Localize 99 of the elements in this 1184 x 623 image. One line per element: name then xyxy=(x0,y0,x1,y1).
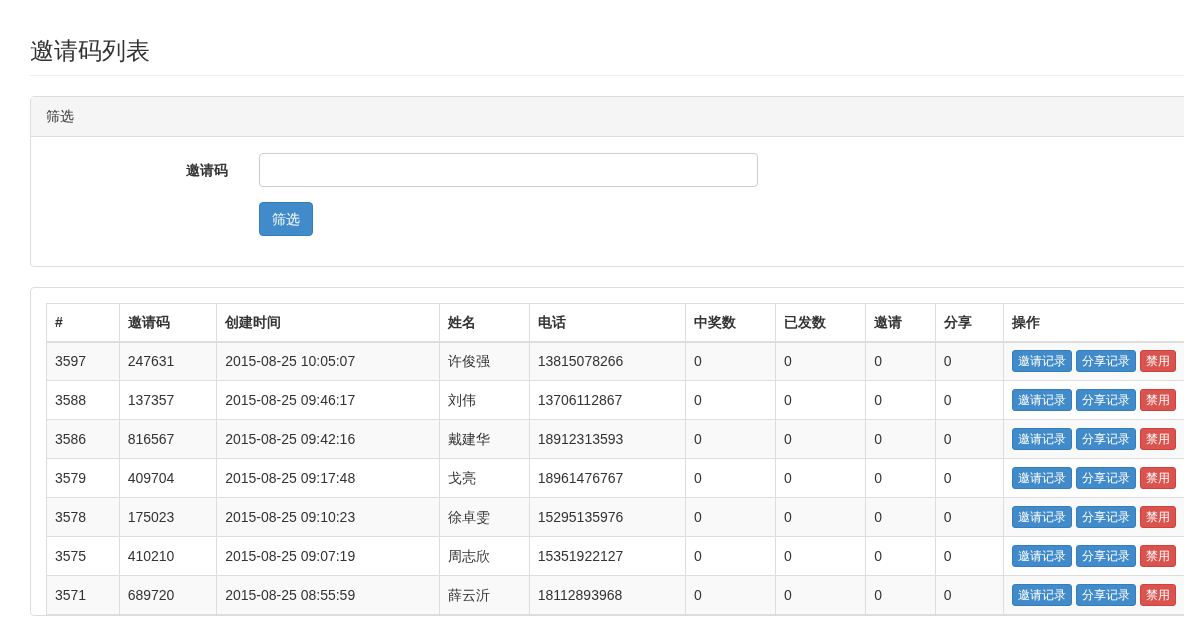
action-button[interactable]: 分享记录 xyxy=(1076,467,1137,489)
table-cell: 0 xyxy=(775,380,866,420)
table-cell: 0 xyxy=(935,341,1004,381)
table-cell: 3579 xyxy=(46,458,120,498)
action-button[interactable]: 禁用 xyxy=(1140,389,1177,411)
action-button[interactable]: 分享记录 xyxy=(1076,428,1137,450)
column-header: 分享 xyxy=(935,303,1004,342)
table-cell: 0 xyxy=(865,497,936,537)
table-cell: 0 xyxy=(935,419,1004,459)
action-button[interactable]: 禁用 xyxy=(1140,584,1177,606)
table-cell: 18112893968 xyxy=(529,575,686,615)
column-header: 操作 xyxy=(1003,303,1184,342)
table-cell: 689720 xyxy=(119,575,217,615)
table-cell: 0 xyxy=(865,458,936,498)
table-cell: 0 xyxy=(685,497,776,537)
table-cell: 2015-08-25 10:05:07 xyxy=(216,341,440,381)
action-button[interactable]: 邀请记录 xyxy=(1012,350,1073,373)
action-button[interactable]: 禁用 xyxy=(1140,467,1177,489)
table-cell: 0 xyxy=(935,536,1004,576)
table-cell: 0 xyxy=(935,458,1004,498)
column-header: 中奖数 xyxy=(685,303,776,342)
table-cell: 0 xyxy=(685,458,776,498)
column-header: 创建时间 xyxy=(216,303,440,342)
table-cell: 3586 xyxy=(46,419,120,459)
table-cell: 137357 xyxy=(119,380,217,420)
table-cell: 0 xyxy=(865,575,936,615)
table-cell: 2015-08-25 09:07:19 xyxy=(216,536,440,576)
action-button[interactable]: 邀请记录 xyxy=(1012,467,1073,489)
table-cell: 175023 xyxy=(119,497,217,537)
field-label: 邀请码 xyxy=(185,160,228,180)
table-cell: 0 xyxy=(775,419,866,459)
table-cell: 戴建华 xyxy=(439,419,530,459)
table-cell: 15295135976 xyxy=(529,497,686,537)
column-header: # xyxy=(46,303,120,342)
table-cell: 徐卓雯 xyxy=(439,497,530,537)
table-cell: 2015-08-25 09:46:17 xyxy=(216,380,440,420)
action-button[interactable]: 禁用 xyxy=(1140,428,1177,450)
table-cell: 0 xyxy=(865,419,936,459)
action-button[interactable]: 邀请记录 xyxy=(1012,545,1073,567)
table-cell: 0 xyxy=(865,341,936,381)
column-header: 邀请码 xyxy=(119,303,217,342)
filter-button[interactable]: 筛选 xyxy=(259,202,313,236)
table-cell: 3571 xyxy=(46,575,120,615)
table-cell: 18912313593 xyxy=(529,419,686,459)
action-button[interactable]: 禁用 xyxy=(1140,506,1177,528)
table-cell: 0 xyxy=(775,341,866,381)
table-cell: 薛云沂 xyxy=(439,575,530,615)
action-button[interactable]: 分享记录 xyxy=(1076,584,1137,606)
table-cell: 3575 xyxy=(46,536,120,576)
column-header: 电话 xyxy=(529,303,686,342)
table-cell: 0 xyxy=(775,458,866,498)
table-cell: 18961476767 xyxy=(529,458,686,498)
action-button[interactable]: 邀请记录 xyxy=(1012,584,1073,606)
action-button[interactable]: 禁用 xyxy=(1140,545,1177,567)
table-cell: 410210 xyxy=(119,536,217,576)
table-cell: 247631 xyxy=(119,341,217,381)
table-cell: 0 xyxy=(775,536,866,576)
table-cell: 刘伟 xyxy=(439,380,530,420)
page-title: 邀请码列表 xyxy=(30,0,1184,76)
table-cell: 3578 xyxy=(46,497,120,537)
table-cell: 0 xyxy=(865,536,936,576)
table-cell: 0 xyxy=(685,575,776,615)
table-cell: 0 xyxy=(685,380,776,420)
table-cell: 15351922127 xyxy=(529,536,686,576)
action-button[interactable]: 邀请记录 xyxy=(1012,389,1073,411)
action-button[interactable]: 分享记录 xyxy=(1076,350,1137,373)
action-button[interactable]: 分享记录 xyxy=(1076,389,1137,411)
panel-heading: 筛选 xyxy=(31,97,1184,137)
table-cell: 0 xyxy=(685,341,776,381)
table-cell: 周志欣 xyxy=(439,536,530,576)
table-cell: 2015-08-25 09:10:23 xyxy=(216,497,440,537)
table-cell: 许俊强 xyxy=(439,341,530,381)
table-cell: 0 xyxy=(775,497,866,537)
table-cell: 3597 xyxy=(46,341,120,381)
table-cell: 3588 xyxy=(46,380,120,420)
table-cell: 2015-08-25 09:42:16 xyxy=(216,419,440,459)
action-button[interactable]: 分享记录 xyxy=(1076,506,1137,528)
column-header: 邀请 xyxy=(865,303,936,342)
table-cell: 0 xyxy=(685,536,776,576)
table-cell: 0 xyxy=(775,575,866,615)
table-cell: 0 xyxy=(865,380,936,420)
table-cell: 2015-08-25 09:17:48 xyxy=(216,458,440,498)
table-cell: 0 xyxy=(935,575,1004,615)
table-cell: 0 xyxy=(685,419,776,459)
action-button[interactable]: 邀请记录 xyxy=(1012,506,1073,528)
action-button[interactable]: 分享记录 xyxy=(1076,545,1137,567)
action-button[interactable]: 禁用 xyxy=(1140,350,1177,373)
table-cell: 0 xyxy=(935,380,1004,420)
table-cell: 409704 xyxy=(119,458,217,498)
input-field[interactable] xyxy=(259,153,758,187)
table-cell: 2015-08-25 08:55:59 xyxy=(216,575,440,615)
table-cell: 13815078266 xyxy=(529,341,686,381)
table-cell: 13706112867 xyxy=(529,380,686,420)
column-header: 姓名 xyxy=(439,303,530,342)
column-header: 已发数 xyxy=(775,303,866,342)
table-cell: 0 xyxy=(935,497,1004,537)
table-cell: 816567 xyxy=(119,419,217,459)
table-cell: 戈亮 xyxy=(439,458,530,498)
action-button[interactable]: 邀请记录 xyxy=(1012,428,1073,450)
